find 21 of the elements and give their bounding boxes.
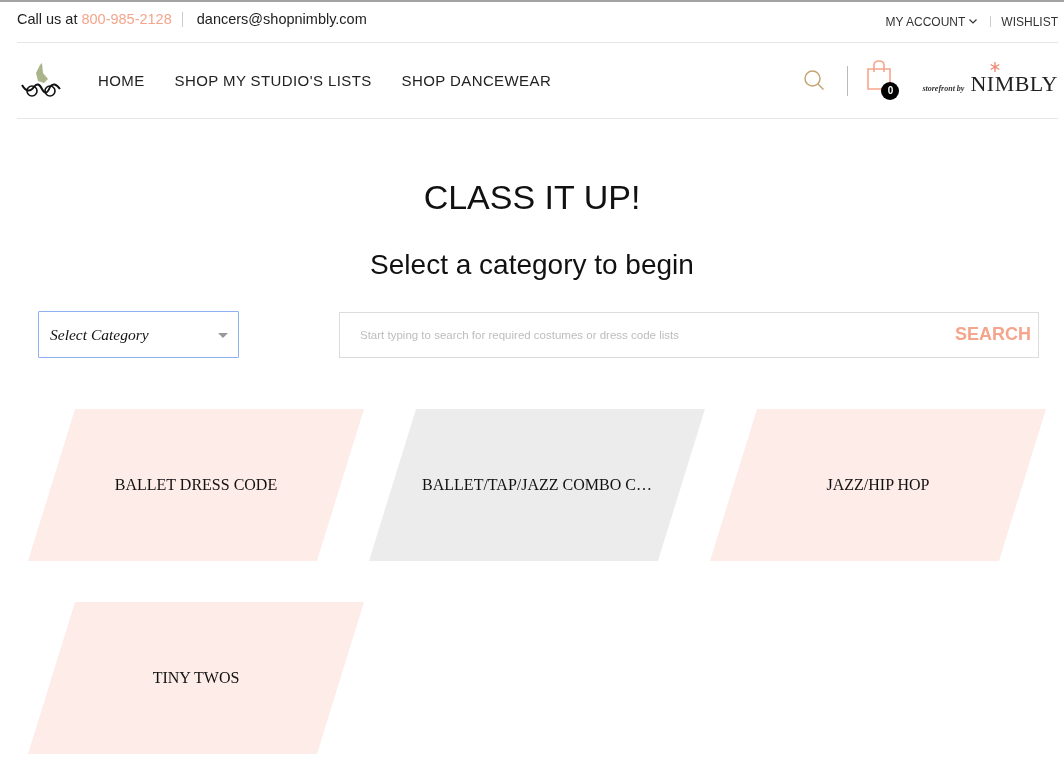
- my-account-menu[interactable]: MY ACCOUNT: [885, 14, 978, 29]
- category-tile[interactable]: TINY TWOS: [28, 602, 364, 754]
- brand-wordmark[interactable]: NIMBLY: [970, 70, 1058, 97]
- storefront-tagline: storefront by: [922, 83, 965, 93]
- nav-link[interactable]: HOME: [98, 72, 145, 89]
- cart-button[interactable]: 0: [867, 59, 900, 100]
- page-subtitle: Select a category to begin: [369, 248, 695, 282]
- category-tile[interactable]: JAZZ/HIP HOP: [710, 409, 1046, 561]
- caret-down-icon: [218, 333, 228, 338]
- cart-count-badge: 0: [881, 81, 900, 100]
- nav-link[interactable]: SHOP MY STUDIO'S LISTS: [174, 72, 372, 89]
- page-title: CLASS IT UP!: [422, 177, 642, 217]
- contact-label: Call us at: [17, 11, 78, 27]
- chevron-down-icon: [969, 19, 978, 24]
- nav-link[interactable]: SHOP DANCEWEAR: [401, 72, 552, 89]
- asterisk-icon: [990, 61, 1001, 72]
- category-select[interactable]: Select Category: [38, 311, 239, 358]
- email-link[interactable]: dancers@shopnimbly.com: [196, 11, 367, 27]
- category-tile[interactable]: BALLET DRESS CODE: [28, 409, 364, 561]
- wishlist-link[interactable]: WISHLIST: [1001, 14, 1058, 29]
- category-tile[interactable]: BALLET/TAP/JAZZ COMBO C…: [369, 409, 705, 561]
